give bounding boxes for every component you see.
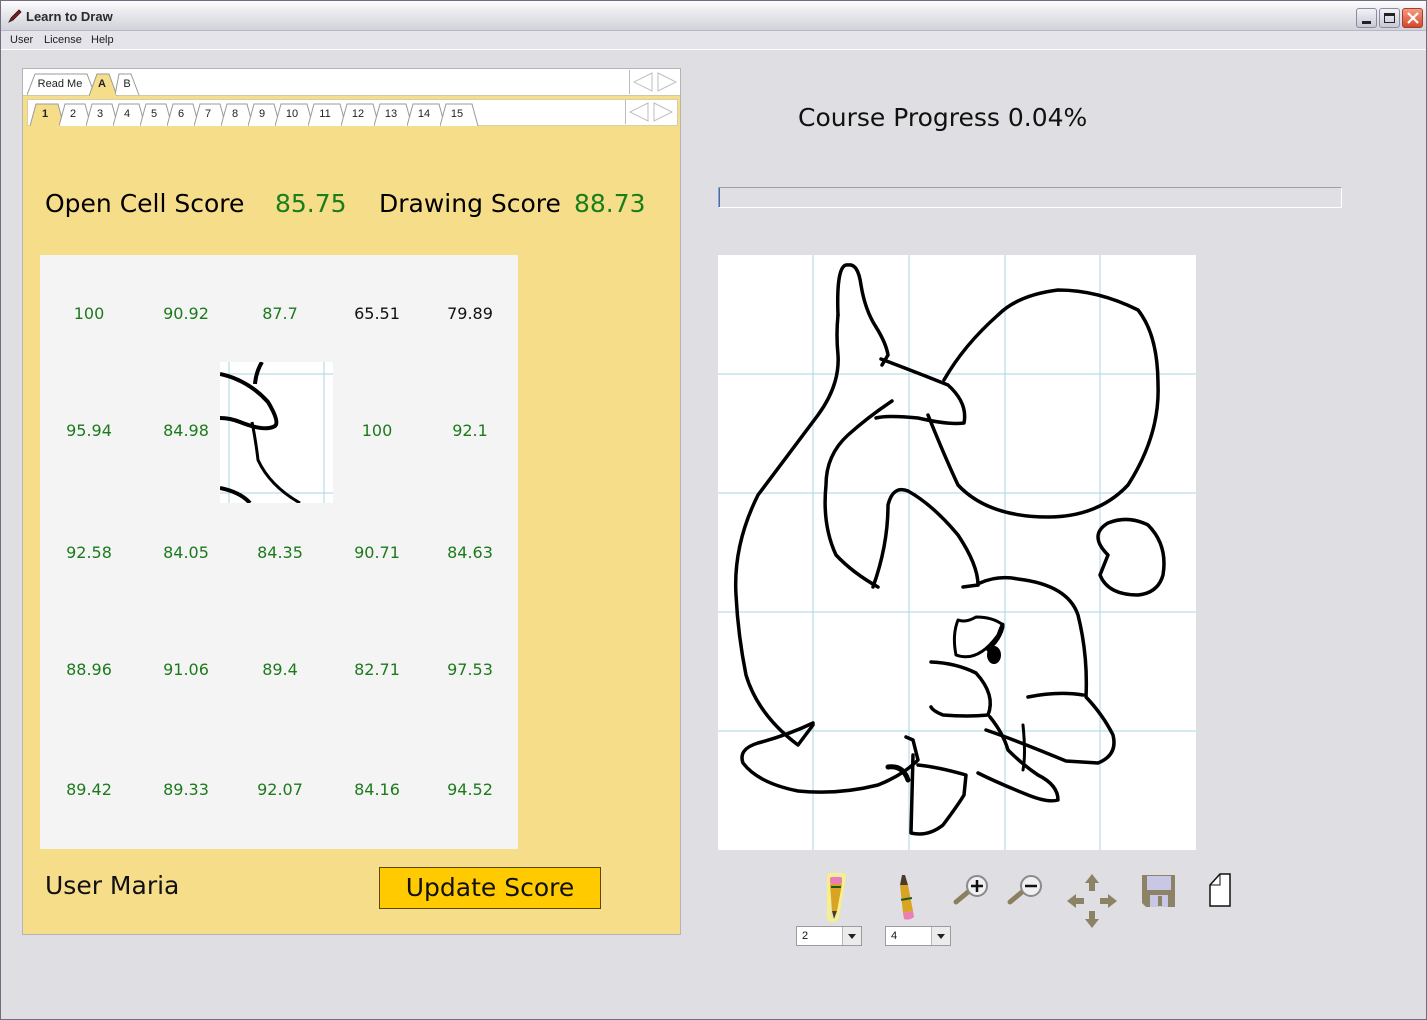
cell-score-r4-c3[interactable]: 89.4 xyxy=(235,660,325,679)
eraser-tool[interactable] xyxy=(891,873,917,927)
cell-score-r1-c2[interactable]: 90.92 xyxy=(141,304,231,323)
scroll-right-icon[interactable] xyxy=(653,102,673,122)
outer-tab-scroll xyxy=(629,70,677,94)
cell-score-r4-c2[interactable]: 91.06 xyxy=(141,660,231,679)
cell-score-r4-c4[interactable]: 82.71 xyxy=(332,660,422,679)
pencil-app-icon xyxy=(8,9,22,23)
tab-page-3[interactable]: 3 xyxy=(86,103,119,126)
tab-page-9[interactable]: 9 xyxy=(248,103,281,126)
title-bar[interactable]: Learn to Draw xyxy=(1,1,1426,31)
save-icon xyxy=(1142,875,1175,907)
close-button[interactable] xyxy=(1402,8,1423,28)
minimize-icon xyxy=(1362,21,1371,24)
guide-grid xyxy=(718,255,1196,850)
scroll-right-icon[interactable] xyxy=(657,72,677,92)
scroll-left-icon[interactable] xyxy=(633,72,653,92)
pencil-size-select[interactable]: 2 xyxy=(796,926,862,946)
zoom-out-icon xyxy=(1007,875,1042,905)
zoom-out-button[interactable] xyxy=(1006,874,1046,912)
scroll-left-icon[interactable] xyxy=(629,102,649,122)
tab-page-14[interactable]: 14 xyxy=(407,103,446,126)
save-button[interactable] xyxy=(1141,874,1177,912)
tab-page-12[interactable]: 12 xyxy=(341,103,380,126)
lesson-panel: Read Me A B 1 2 3 4 5 6 7 8 9 10 11 12 13 14 15 Open C… xyxy=(22,68,681,935)
pan-button[interactable] xyxy=(1066,873,1118,933)
cell-score-r5-c1[interactable]: 89.42 xyxy=(44,780,134,799)
drawing-canvas[interactable] xyxy=(718,255,1196,850)
cell-score-r3-c1[interactable]: 92.58 xyxy=(44,543,134,562)
tab-page-15[interactable]: 15 xyxy=(440,103,479,126)
cell-score-r3-c3[interactable]: 84.35 xyxy=(235,543,325,562)
open-cell-score-label: Open Cell Score xyxy=(45,189,245,218)
course-progress-label: Course Progress 0.04% xyxy=(798,103,1088,132)
drawing-score-value: 88.73 xyxy=(574,189,646,218)
move-icon xyxy=(1067,874,1117,928)
new-page-icon xyxy=(1209,873,1231,907)
cell-score-r2-c4[interactable]: 100 xyxy=(332,421,422,440)
new-page-button[interactable] xyxy=(1208,873,1232,911)
inner-tab-scroll xyxy=(625,100,673,124)
inner-tab-bar: 1 2 3 4 5 6 7 8 9 10 11 12 13 14 15 xyxy=(27,99,678,126)
cell-score-r3-c4[interactable]: 90.71 xyxy=(332,543,422,562)
cell-score-r3-c2[interactable]: 84.05 xyxy=(141,543,231,562)
tab-page-6[interactable]: 6 xyxy=(167,103,200,126)
cell-score-r4-c5[interactable]: 97.53 xyxy=(425,660,515,679)
cell-score-r2-c1[interactable]: 95.94 xyxy=(44,421,134,440)
tab-page-5[interactable]: 5 xyxy=(140,103,173,126)
cell-score-r4-c1[interactable]: 88.96 xyxy=(44,660,134,679)
cell-score-r3-c5[interactable]: 84.63 xyxy=(425,543,515,562)
dropdown-arrow-icon[interactable] xyxy=(931,927,950,945)
cell-score-r5-c3[interactable]: 92.07 xyxy=(235,780,325,799)
app-window: Learn to Draw User License Help Read Me … xyxy=(0,0,1427,1020)
cell-score-r2-c2[interactable]: 84.98 xyxy=(141,421,231,440)
course-progress-bar xyxy=(718,187,1342,208)
menu-user[interactable]: User xyxy=(10,34,33,46)
outer-tab-bar: Read Me A B xyxy=(23,69,680,96)
zoom-in-button[interactable] xyxy=(952,874,992,912)
tab-b[interactable]: B xyxy=(115,73,140,95)
pencil-icon xyxy=(827,871,847,923)
open-cell-score-value: 85.75 xyxy=(275,189,347,218)
window-title: Learn to Draw xyxy=(26,9,113,24)
user-label: User Maria xyxy=(45,871,180,900)
maximize-icon xyxy=(1384,13,1395,23)
open-cell-preview[interactable] xyxy=(219,360,333,505)
tab-page-8[interactable]: 8 xyxy=(221,103,254,126)
menu-license[interactable]: License xyxy=(44,34,82,46)
tab-a[interactable]: A xyxy=(89,73,118,96)
zoom-in-icon xyxy=(953,875,988,905)
tab-page-13[interactable]: 13 xyxy=(374,103,413,126)
menu-help[interactable]: Help xyxy=(91,34,114,46)
cell-score-r2-c5[interactable]: 92.1 xyxy=(425,421,515,440)
pencil-tool[interactable] xyxy=(823,871,847,927)
cell-score-r1-c5[interactable]: 79.89 xyxy=(425,304,515,323)
tab-page-1[interactable]: 1 xyxy=(30,103,65,126)
eraser-size-select[interactable]: 4 xyxy=(885,926,951,946)
tab-page-2[interactable]: 2 xyxy=(59,103,92,126)
update-score-button[interactable]: Update Score xyxy=(379,867,601,909)
cell-score-r5-c2[interactable]: 89.33 xyxy=(141,780,231,799)
tab-page-11[interactable]: 11 xyxy=(308,103,347,126)
eraser-icon xyxy=(900,875,914,920)
close-icon xyxy=(1407,12,1419,24)
maximize-button[interactable] xyxy=(1379,8,1400,28)
cell-score-r5-c5[interactable]: 94.52 xyxy=(425,780,515,799)
cell-score-grid: 100 90.92 87.7 65.51 79.89 95.94 84.98 100 92.1 9… xyxy=(40,255,518,849)
minimize-button[interactable] xyxy=(1356,8,1377,28)
cell-score-r1-c1[interactable]: 100 xyxy=(44,304,134,323)
cell-score-r1-c4[interactable]: 65.51 xyxy=(332,304,422,323)
menu-bar: User License Help xyxy=(1,31,1426,50)
cell-score-r1-c3[interactable]: 87.7 xyxy=(235,304,325,323)
dropdown-arrow-icon[interactable] xyxy=(842,927,861,945)
tab-page-7[interactable]: 7 xyxy=(194,103,227,126)
tab-page-10[interactable]: 10 xyxy=(275,103,314,126)
drawing-score-label: Drawing Score xyxy=(379,189,561,218)
cell-score-r5-c4[interactable]: 84.16 xyxy=(332,780,422,799)
tab-read-me[interactable]: Read Me xyxy=(27,73,96,95)
tab-page-4[interactable]: 4 xyxy=(113,103,146,126)
